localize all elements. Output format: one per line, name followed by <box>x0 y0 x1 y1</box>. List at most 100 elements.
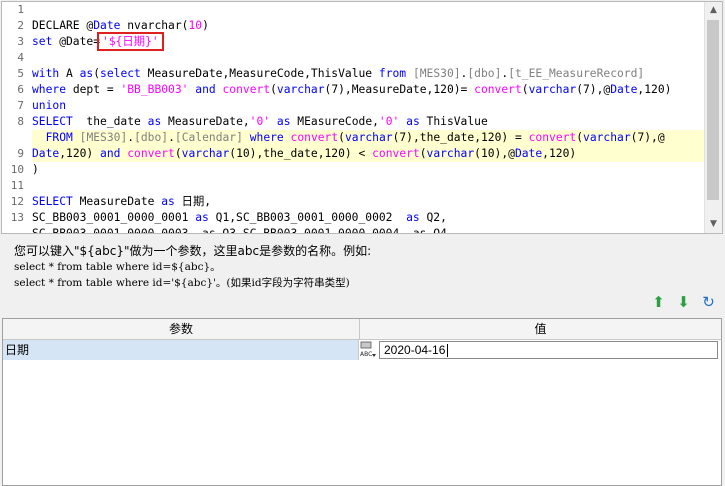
code-line[interactable] <box>32 2 704 18</box>
code-token: as <box>79 67 94 80</box>
code-token: [MES30] <box>412 67 461 80</box>
param-value-text: 2020-04-16 <box>384 343 446 357</box>
code-token: the_date <box>72 115 148 128</box>
refresh-icon[interactable]: ↻ <box>700 294 717 311</box>
code-token: union <box>32 99 67 112</box>
param-name-cell[interactable]: 日期 <box>3 340 359 360</box>
code-line[interactable]: with A as(select MeasureDate,MeasureCode… <box>32 66 704 82</box>
code-token: SC_BB003_0001_0000_0001 <box>32 211 196 224</box>
header-value[interactable]: 值 <box>360 319 721 339</box>
code-line[interactable]: union <box>32 98 704 114</box>
code-token: ) <box>32 163 39 176</box>
code-token: as <box>406 115 420 128</box>
code-token: convert <box>474 83 522 96</box>
code-token: ( <box>521 83 529 96</box>
code-token: [dbo] <box>134 131 169 144</box>
code-token: dept = <box>66 83 121 96</box>
line-number: 3 <box>17 35 24 48</box>
scroll-up-arrow-icon[interactable]: ▲ <box>705 2 722 19</box>
code-token: 10 <box>188 19 203 32</box>
code-token: where <box>32 83 67 96</box>
code-token: and <box>100 147 121 160</box>
code-line[interactable] <box>32 50 704 66</box>
code-token: varchar <box>276 83 325 96</box>
code-token: DECLARE @ <box>32 19 94 32</box>
arrow-up-icon[interactable]: ⬆ <box>650 294 667 311</box>
code-token: and <box>195 83 216 96</box>
code-line[interactable]: Date,120) and convert(varchar(10),the_da… <box>32 146 704 162</box>
code-line[interactable]: SELECT the_date as MeasureDate,'0' as ME… <box>32 114 704 130</box>
code-line[interactable]: SELECT MeasureDate as 日期, <box>32 194 704 210</box>
line-number: 12 <box>10 195 24 208</box>
param-value-input[interactable]: 2020-04-16 <box>379 341 718 359</box>
code-area[interactable]: DECLARE @Date nvarchar(10) set @Date= '${日… <box>32 2 704 233</box>
parameter-grid: 参数 值 日期 ABC 2020-04-16 <box>2 318 722 486</box>
scrollbar-thumb[interactable] <box>707 20 719 200</box>
code-token: convert <box>528 131 577 144</box>
line-number: 2 <box>17 19 24 32</box>
code-token: Date <box>514 147 543 160</box>
code-token: . <box>168 131 175 144</box>
code-token: varchar <box>583 131 631 144</box>
code-token: (7),@ <box>576 83 611 96</box>
code-line[interactable]: SC_BB003_0001_0000_0003 as Q3,SC_BB003_0… <box>32 226 704 233</box>
code-token: '0' <box>378 115 400 128</box>
code-token: convert <box>372 147 420 160</box>
scroll-down-arrow-icon[interactable]: ▼ <box>705 216 722 233</box>
code-token: (10),the_date,120) < <box>229 147 373 160</box>
editor-vertical-scrollbar[interactable]: ▲ ▼ <box>704 2 722 233</box>
code-line[interactable]: SC_BB003_0001_0000_0001 as Q1,SC_BB003_0… <box>32 210 704 226</box>
line-number: 7 <box>17 99 24 112</box>
code-token: select <box>100 67 141 80</box>
hint-line-1: 您可以键入"${abc}"做为一个参数，这里abc是参数的名称。例如: <box>14 244 372 258</box>
code-line[interactable] <box>32 178 704 194</box>
code-token: Q2, <box>419 211 447 224</box>
arrow-down-icon[interactable]: ⬇ <box>675 294 692 311</box>
code-token: ,120) <box>59 147 101 160</box>
code-line[interactable]: ) <box>32 162 704 178</box>
code-token: as <box>406 211 420 224</box>
code-token: 'BB_BB003' <box>120 83 189 96</box>
hint-line-3: select * from table where id='${abc}'。(如… <box>14 277 350 289</box>
sql-editor[interactable]: 1 2 3 4 5 6 7 8 9 10 11 12 13 DECLARE @Date nvarchar… <box>1 1 723 234</box>
code-token: as <box>276 115 291 128</box>
code-line[interactable]: FROM [MES30].[dbo].[Calendar] where conv… <box>32 130 704 146</box>
code-token: with <box>32 67 60 80</box>
code-token: ( <box>338 131 345 144</box>
code-token: '0' <box>249 115 271 128</box>
code-token: SELECT <box>32 115 73 128</box>
code-token: ,120) <box>542 147 577 160</box>
code-token: MeasureDate,MeasureCode,ThisValue <box>140 67 379 80</box>
code-token: SELECT <box>32 195 73 208</box>
code-token: ( <box>576 131 584 144</box>
code-line[interactable]: set @Date= '${日期}' <box>32 32 704 51</box>
code-token: convert <box>127 147 175 160</box>
code-token: ( <box>174 147 182 160</box>
table-row[interactable]: 日期 ABC 2020-04-16 <box>3 340 721 360</box>
code-token: ) <box>202 19 209 32</box>
code-line[interactable]: DECLARE @Date nvarchar(10) <box>32 18 704 34</box>
code-token: MeasureDate, <box>161 115 250 128</box>
code-token: varchar <box>344 131 393 144</box>
hint-line-2: select * from table where id=${abc}。 <box>14 261 221 273</box>
abc-type-icon[interactable]: ABC <box>359 341 379 359</box>
highlighted-parameter: '${日期}' <box>97 32 164 51</box>
code-token: 日期, <box>174 195 212 208</box>
code-token: MeasureDate <box>72 195 162 208</box>
code-token: as <box>147 115 162 128</box>
code-token: where <box>249 131 284 144</box>
line-number: 13 <box>10 211 24 224</box>
code-token: set <box>32 35 53 48</box>
param-value-cell[interactable]: ABC 2020-04-16 <box>359 340 721 360</box>
code-token: [dbo] <box>467 67 502 80</box>
header-param[interactable]: 参数 <box>3 319 360 339</box>
line-number: 4 <box>17 51 24 64</box>
parameter-toolbar: ⬆ ⬇ ↻ <box>650 294 717 311</box>
code-token: A <box>59 67 80 80</box>
code-line[interactable]: where dept = 'BB_BB003' and convert( varc… <box>32 82 704 98</box>
